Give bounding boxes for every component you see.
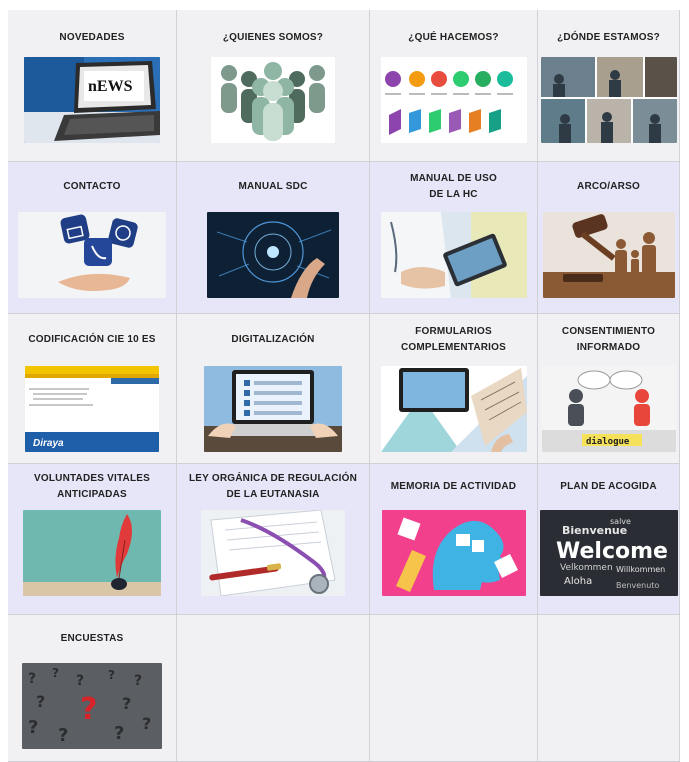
velkommen-text: Velkommen [560, 563, 613, 573]
tile-title: PLAN DE ACOGIDA [560, 481, 657, 492]
doctor-tablet-icon [380, 212, 527, 298]
forms-collage-icon [380, 366, 527, 452]
bienvenue-text: Bienvenue [562, 524, 627, 537]
svg-text:?: ? [134, 673, 142, 689]
benvenuto-text: Benvenuto [616, 581, 659, 590]
tile-ley-eutanasia[interactable]: LEY ORGÁNICA DE REGULACIÓN DE LA EUTANAS… [177, 464, 370, 615]
tile-digitalizacion[interactable]: DIGITALIZACIÓN [177, 314, 370, 464]
tile-arco-arso[interactable]: ARCO/ARSO [538, 162, 680, 314]
tile-title: CONSENTIMIENTO INFORMADO [561, 326, 656, 353]
tile-codificacion[interactable]: CODIFICACIÓN CIE 10 ES Diraya [8, 314, 177, 464]
tile-contacto[interactable]: CONTACTO [8, 162, 177, 314]
svg-text:?: ? [58, 725, 68, 746]
tile-title: ARCO/ARSO [577, 181, 640, 192]
tile-title: CONTACTO [63, 181, 121, 192]
tile-title: LEY ORGÁNICA DE REGULACIÓN DE LA EUTANAS… [189, 473, 357, 500]
digital-touch-icon [207, 212, 339, 298]
empty-cell [370, 615, 538, 762]
laptop-checklist-icon [204, 366, 342, 452]
tile-title: MEMORIA DE ACTIVIDAD [390, 481, 517, 492]
tile-voluntades[interactable]: VOLUNTADES VITALES ANTICIPADAS [8, 464, 177, 615]
tile-quienes-somos[interactable]: ¿QUIENES SOMOS? [177, 10, 370, 162]
svg-text:?: ? [80, 692, 97, 727]
tile-title: VOLUNTADES VITALES ANTICIPADAS [33, 473, 150, 500]
svg-text:?: ? [108, 668, 115, 682]
tile-memoria[interactable]: MEMORIA DE ACTIVIDAD [370, 464, 538, 615]
people-group-icon [211, 57, 335, 143]
tile-title: NOVEDADES [59, 32, 125, 43]
svg-text:?: ? [122, 694, 131, 713]
tile-encuestas[interactable]: ENCUESTAS ?? ?? ?? ?? ?? ? ? [8, 615, 177, 762]
dialogue-text: dialogue [586, 436, 630, 447]
tile-title: ¿QUÉ HACEMOS? [408, 32, 499, 43]
tile-title: ¿DÓNDE ESTAMOS? [557, 32, 660, 43]
tile-title: MANUAL DE USO DE LA HC [410, 173, 497, 200]
tile-formularios[interactable]: FORMULARIOS COMPLEMENTARIOS [370, 314, 538, 464]
tile-title: FORMULARIOS COMPLEMENTARIOS [400, 326, 507, 353]
tile-consentimiento[interactable]: CONSENTIMIENTO INFORMADO dialogue [538, 314, 680, 464]
empty-cell [538, 615, 680, 762]
tile-title: ENCUESTAS [60, 633, 124, 644]
tile-title: ¿QUIENES SOMOS? [222, 32, 324, 43]
tile-donde-estamos[interactable]: ¿DÓNDE ESTAMOS? [538, 10, 680, 162]
menu-grid: NOVEDADES nEWS ¿QUIENES SOMOS? ¿QUÉ HACE… [8, 10, 680, 762]
news-text: nEWS [88, 78, 133, 95]
dialogue-icon: dialogue [541, 366, 676, 452]
tile-title: MANUAL SDC [238, 181, 308, 192]
svg-text:?: ? [36, 692, 45, 711]
tile-plan-acogida[interactable]: PLAN DE ACOGIDA salve Bienvenue Welcome … [538, 464, 680, 615]
tile-title: DIGITALIZACIÓN [231, 334, 315, 345]
empty-cell [177, 615, 370, 762]
question-marks-icon: ?? ?? ?? ?? ?? ? ? [22, 663, 162, 749]
svg-text:?: ? [52, 666, 59, 680]
tile-title: CODIFICACIÓN CIE 10 ES [28, 334, 156, 345]
tile-manual-sdc[interactable]: MANUAL SDC [177, 162, 370, 314]
gavel-family-icon [542, 212, 675, 298]
diraya-text: Diraya [33, 438, 64, 449]
svg-text:?: ? [28, 671, 36, 687]
svg-text:?: ? [76, 673, 84, 689]
svg-text:?: ? [28, 717, 38, 738]
brain-puzzle-icon [381, 510, 526, 596]
willkommen-text: Willkommen [616, 565, 665, 574]
tile-que-hacemos[interactable]: ¿QUÉ HACEMOS? [370, 10, 538, 162]
tile-manual-hc[interactable]: MANUAL DE USO DE LA HC [370, 162, 538, 314]
offices-photo-icon [540, 57, 677, 143]
diraya-screen-icon: Diraya [25, 366, 159, 452]
contact-dice-icon [18, 212, 166, 298]
welcome-words-icon: salve Bienvenue Welcome Velkommen Willko… [539, 510, 678, 596]
svg-text:?: ? [142, 714, 151, 733]
quill-pen-icon [23, 510, 161, 596]
aloha-text: Aloha [564, 576, 592, 587]
process-steps-icon [380, 57, 527, 143]
welcome-text: Welcome [556, 539, 668, 564]
tile-novedades[interactable]: NOVEDADES nEWS [8, 10, 177, 162]
stethoscope-pen-icon [201, 510, 345, 596]
news-laptop-icon: nEWS [24, 57, 160, 143]
svg-text:?: ? [114, 723, 124, 744]
